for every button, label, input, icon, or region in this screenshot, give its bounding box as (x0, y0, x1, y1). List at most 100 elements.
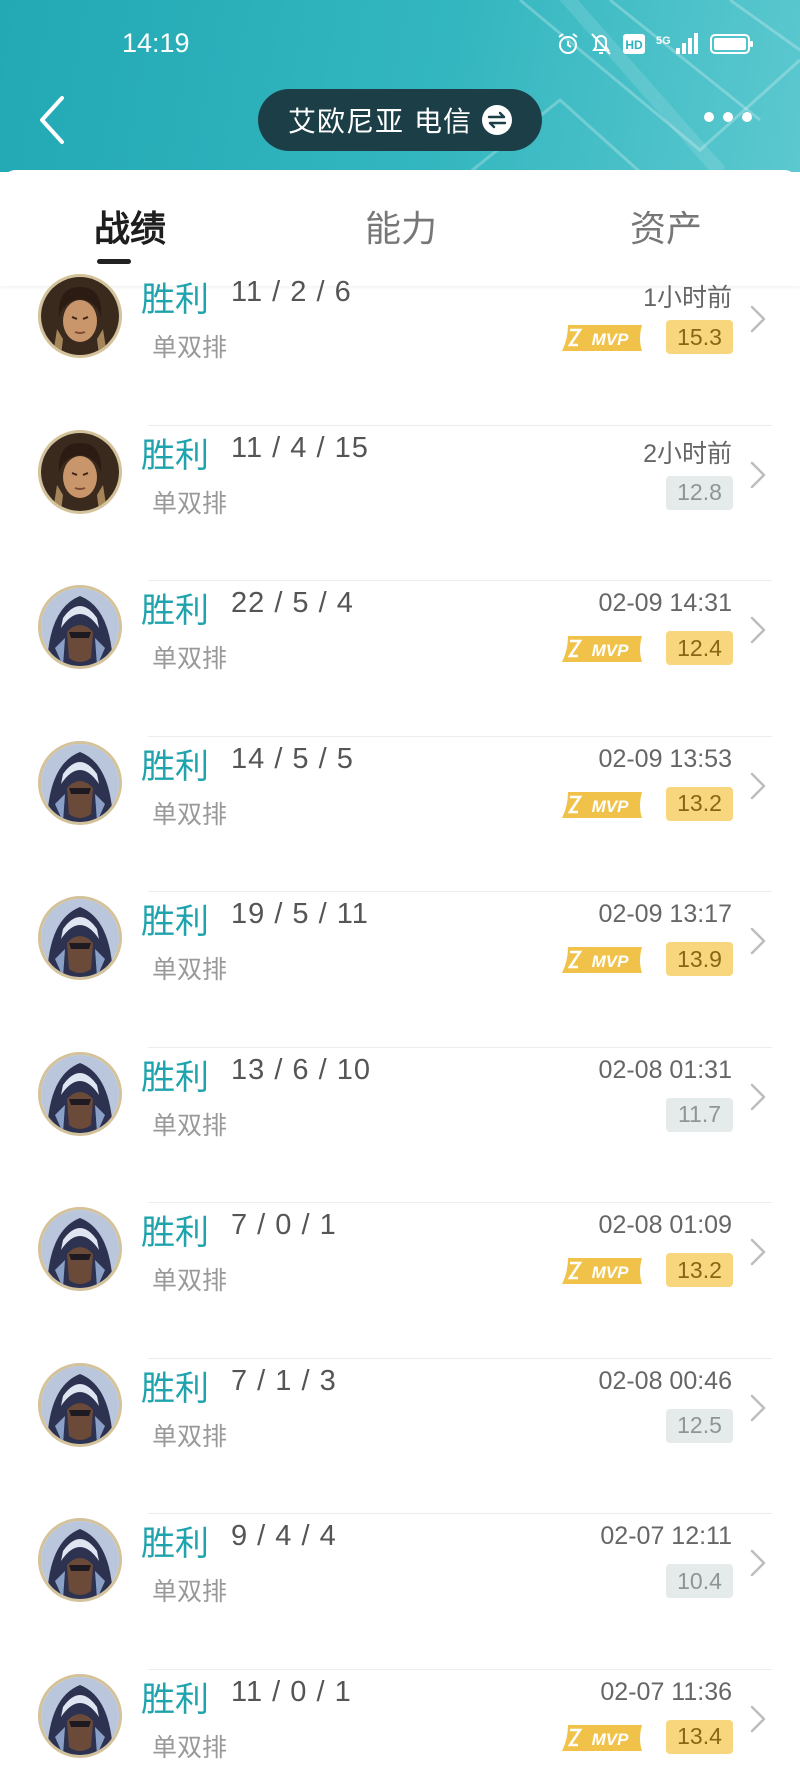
match-kda: 7 / 1 / 3 (231, 1364, 337, 1397)
match-kda: 11 / 4 / 15 (231, 431, 369, 464)
match-row[interactable]: 胜利 11 / 0 / 1 单双排 02-07 11:36 MVP 13.4 (0, 1670, 800, 1786)
match-row[interactable]: 胜利 11 / 4 / 15 单双排 2小时前 12.8 (0, 426, 800, 581)
champion-avatar (38, 585, 122, 669)
tab-bar: 战绩 能力 资产 (0, 170, 800, 286)
match-row[interactable]: 胜利 9 / 4 / 4 单双排 02-07 12:11 10.4 (0, 1514, 800, 1670)
match-mode: 单双排 (152, 644, 228, 673)
match-time: 02-07 12:11 (600, 1522, 732, 1550)
match-kda: 14 / 5 / 5 (231, 742, 354, 775)
match-score: 10.4 (666, 1564, 733, 1598)
signal-5g-icon: 5G (656, 32, 700, 56)
match-score: 13.2 (666, 786, 733, 821)
tab-ability[interactable]: 能力 (365, 200, 437, 252)
back-icon (40, 96, 64, 144)
match-row[interactable]: 胜利 7 / 0 / 1 单双排 02-08 01:09 MVP 13.2 (0, 1203, 800, 1359)
match-score: 11.7 (666, 1097, 733, 1132)
svg-text:MVP: MVP (592, 1730, 630, 1749)
match-score: 15.3 (666, 320, 733, 354)
champion-avatar (38, 1673, 122, 1758)
svg-text:MVP: MVP (592, 330, 630, 349)
active-tab-indicator (97, 259, 131, 264)
match-row[interactable]: 胜利 11 / 2 / 6 单双排 1小时前 MVP 15.3 (0, 270, 800, 426)
status-icons: HD 5G (556, 32, 754, 56)
match-result: 胜利 (141, 1524, 209, 1564)
match-result: 胜利 (141, 1368, 209, 1409)
match-mode: 单双排 (152, 1110, 228, 1140)
chevron-right-icon (750, 1394, 766, 1421)
match-time: 02-08 00:46 (598, 1366, 732, 1395)
champion-avatar (38, 1518, 122, 1602)
chevron-right-icon (750, 305, 766, 333)
champion-avatar (38, 1207, 122, 1291)
champion-avatar (38, 740, 122, 825)
match-row[interactable]: 胜利 14 / 5 / 5 单双排 02-09 13:53 MVP 13.2 (0, 737, 800, 892)
mvp-badge-icon: MVP (562, 1258, 642, 1284)
back-button[interactable] (28, 92, 76, 148)
chevron-right-icon (750, 1705, 766, 1732)
match-result: 胜利 (141, 1057, 209, 1098)
swap-icon (481, 105, 512, 135)
match-kda: 11 / 0 / 1 (231, 1675, 352, 1708)
mvp-badge-icon: MVP (562, 1724, 642, 1751)
chevron-right-icon (750, 1238, 766, 1266)
mvp-badge-icon: MVP (562, 325, 642, 351)
more-icon-dot (742, 112, 752, 122)
champion-avatar (38, 1051, 122, 1136)
chevron-right-icon (750, 927, 766, 955)
svg-text:MVP: MVP (592, 797, 630, 816)
match-time: 02-07 11:36 (600, 1677, 732, 1706)
tab-assets[interactable]: 资产 (630, 200, 702, 252)
bell-mute-icon (590, 32, 612, 56)
champion-avatar (38, 429, 122, 514)
match-row[interactable]: 胜利 13 / 6 / 10 单双排 02-08 01:31 11.7 (0, 1048, 800, 1203)
match-kda: 13 / 6 / 10 (231, 1053, 371, 1086)
match-time: 02-08 01:31 (598, 1055, 732, 1084)
match-result: 胜利 (141, 902, 209, 942)
hd-icon: HD (622, 33, 646, 55)
match-row[interactable]: 胜利 7 / 1 / 3 单双排 02-08 00:46 12.5 (0, 1359, 800, 1514)
match-time: 1小时前 (643, 284, 732, 312)
match-time: 02-09 13:53 (598, 744, 732, 773)
champion-avatar (38, 896, 122, 980)
tab-record[interactable]: 战绩 (94, 200, 166, 252)
svg-text:5G: 5G (656, 35, 671, 47)
match-score: 12.4 (666, 631, 733, 665)
alarm-icon (556, 32, 580, 56)
chevron-right-icon (750, 772, 766, 799)
mvp-badge-icon: MVP (562, 636, 642, 662)
match-kda: 11 / 2 / 6 (231, 276, 352, 308)
match-score: 13.9 (666, 942, 733, 976)
match-row[interactable]: 胜利 22 / 5 / 4 单双排 02-09 14:31 MVP 12.4 (0, 581, 800, 737)
more-icon-dot (704, 112, 714, 122)
champion-avatar (38, 1362, 122, 1447)
chevron-right-icon (750, 1549, 766, 1577)
status-time: 14:19 (122, 28, 190, 58)
server-switcher[interactable]: 艾欧尼亚 电信 (258, 89, 542, 151)
match-result: 胜利 (141, 746, 209, 787)
match-time: 2小时前 (643, 439, 732, 468)
chevron-right-icon (750, 616, 766, 644)
app-header: 14:19 HD 5G 艾欧尼亚 电信 (0, 0, 800, 172)
match-row[interactable]: 胜利 19 / 5 / 11 单双排 02-09 13:17 MVP 13.9 (0, 892, 800, 1048)
match-mode: 单双排 (152, 1421, 228, 1451)
more-button[interactable] (704, 112, 752, 122)
battery-icon (710, 33, 754, 55)
match-result: 胜利 (141, 280, 209, 320)
svg-text:HD: HD (625, 38, 643, 52)
match-kda: 7 / 0 / 1 (231, 1209, 337, 1241)
match-time: 02-09 13:17 (598, 900, 732, 928)
chevron-right-icon (750, 1083, 766, 1110)
chevron-right-icon (750, 461, 766, 488)
match-score: 13.4 (666, 1719, 733, 1754)
match-mode: 单双排 (152, 488, 228, 518)
match-result: 胜利 (141, 1679, 209, 1720)
match-kda: 22 / 5 / 4 (231, 587, 354, 619)
match-mode: 单双排 (152, 799, 228, 829)
match-time: 02-08 01:09 (598, 1211, 732, 1239)
match-mode: 单双排 (152, 333, 228, 362)
svg-text:MVP: MVP (592, 641, 630, 660)
match-mode: 单双排 (152, 955, 228, 984)
match-kda: 9 / 4 / 4 (231, 1520, 337, 1552)
mvp-badge-icon: MVP (562, 947, 642, 973)
match-mode: 单双排 (152, 1266, 228, 1295)
